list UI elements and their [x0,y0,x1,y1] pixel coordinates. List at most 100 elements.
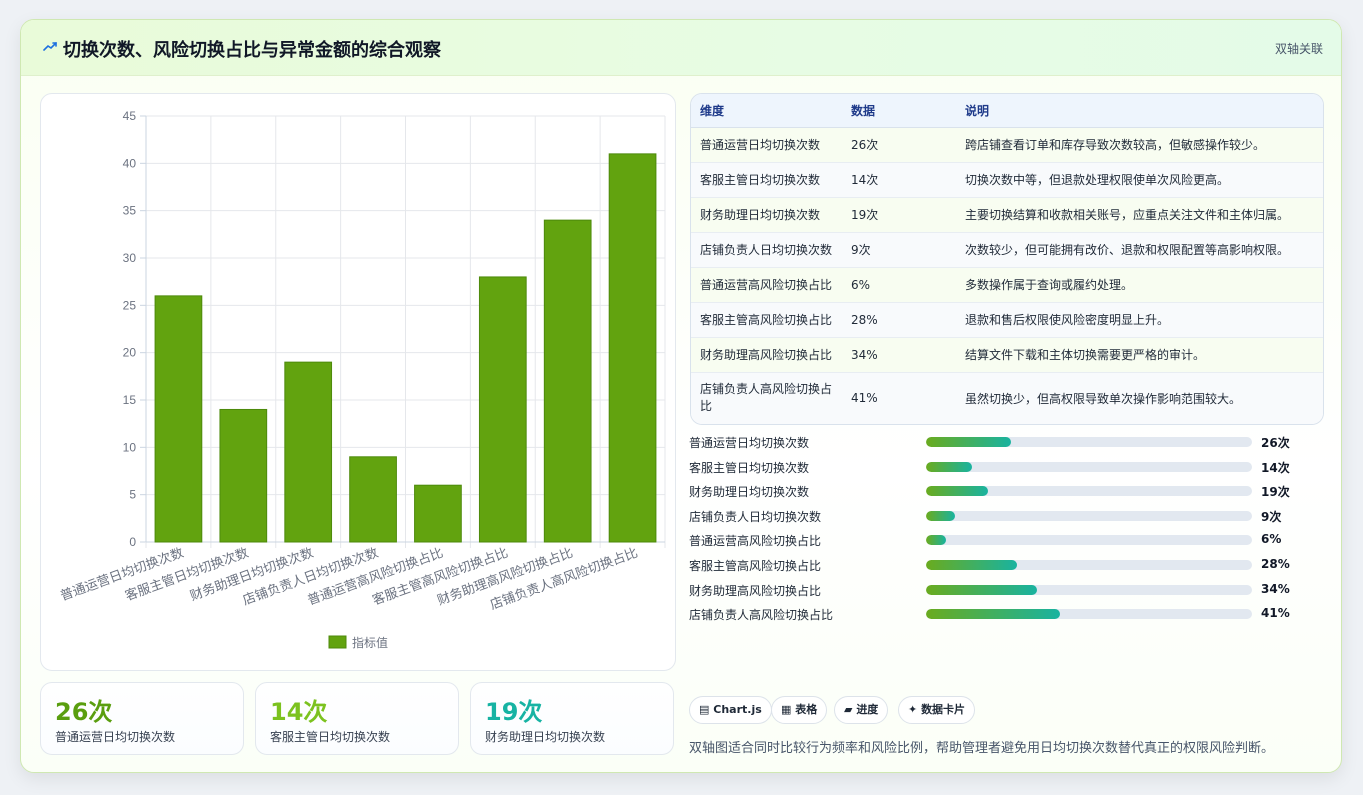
table-header-data: 数据 [842,94,956,128]
cell-dimension: 客服主管日均切换次数 [691,162,842,198]
progress-fill [926,486,988,497]
chip-label: 表格 [795,703,818,716]
progress-fill [926,584,1037,595]
table-header-row: 维度 数据 说明 [691,94,1323,128]
progress-row: 普通运营日均切换次数 26次 [689,434,1329,450]
cell-data: 6% [842,267,956,303]
sparkle-icon: ✦ [908,703,918,716]
chip-table: ▦ 表格 [771,696,828,724]
table-icon: ▦ [781,703,792,716]
progress-track [926,461,1252,472]
bar [284,361,333,543]
progress-row: 普通运营高风险切换占比 6% [689,532,1329,548]
kpi-label: 财务助理日均切换次数 [485,730,606,744]
kpi-card-cs: 14次 客服主管日均切换次数 [255,682,459,755]
bar-chart: 051015202530354045普通运营日均切换次数客服主管日均切换次数财务… [58,109,666,650]
bar [219,408,268,543]
cell-data: 19次 [842,197,956,233]
cell-data: 41% [851,391,878,406]
cell-dimension: 普通运营日均切换次数 [691,127,842,163]
cell-data: 26次 [842,127,956,163]
legend-swatch [328,635,347,649]
progress-fill [926,609,1060,620]
progress-fill [926,437,1011,447]
cell-description: 跨店铺查看订单和库存导致次数较高，但敏感操作较少。 [956,127,1323,163]
progress-label: 客服主管高风险切换占比 [689,559,822,573]
progress-value: 28% [1261,557,1290,571]
kpi-label: 客服主管日均切换次数 [270,730,391,744]
progress-row: 客服主管日均切换次数 14次 [689,459,1329,475]
progress-label: 财务助理日均切换次数 [689,485,810,500]
progress-track [926,535,1252,546]
y-tick-label: 20 [123,346,137,360]
dashboard-card: 切换次数、风险切换占比与异常金额的综合观察 双轴关联 0 5 10 15 20 25 30 3… [20,19,1342,773]
progress-value: 6% [1261,532,1282,547]
chip-progress: ▰ 进度 [834,696,889,724]
bar [478,276,527,543]
y-tick-label: 45 [123,109,137,123]
cell-description: 切换次数中等，但退款处理权限使单次风险更高。 [956,162,1323,198]
table-row: 店铺负责人高风险切换占比 41% 虽然切换少，但高权限导致单次操作影响范围较大。 [691,372,1323,424]
progress-label: 店铺负责人高风险切换占比 [689,608,834,623]
trend-icon [43,42,57,51]
table-row: 客服主管高风险切换占比 28% 退款和售后权限使风险密度明显上升。 [691,302,1323,338]
cell-data: 28% [842,302,956,338]
progress-value: 34% [1261,581,1290,596]
chip-data-card: ✦ 数据卡片 [898,696,976,724]
cell-dimension: 客服主管高风险切换占比 [691,302,842,338]
progress-row: 财务助理高风险切换占比 34% [689,582,1329,598]
cell-description: 虽然切换少，但高权限导致单次操作影响范围较大。 [965,391,1242,406]
progress-label: 普通运营高风险切换占比 [689,534,822,549]
table-header-description: 说明 [956,94,1323,128]
cell-dimension: 普通运营高风险切换占比 [691,267,842,303]
progress-fill [926,535,946,546]
progress-fill [926,560,1018,570]
y-tick-label: 35 [123,204,137,218]
card-header: 切换次数、风险切换占比与异常金额的综合观察 双轴关联 [21,20,1341,76]
bar [608,153,657,543]
progress-fill [926,461,972,472]
progress-icon: ▰ [844,703,853,716]
chip-label: 进度 [856,703,879,716]
bar-chart-panel: 0 5 10 15 20 25 30 35 40 45 普通运营日均切换次数 客服主管日均切换次数 财务… [40,93,676,671]
progress-value: 14次 [1261,460,1290,475]
progress-label: 客服主管日均切换次数 [689,460,810,475]
progress-row: 财务助理日均切换次数 19次 [689,483,1329,499]
y-tick-label: 15 [123,393,137,407]
table-row: 普通运营日均切换次数 26次 跨店铺查看订单和库存导致次数较高，但敏感操作较少。 [691,127,1323,163]
footnote: 双轴图适合同时比较行为频率和风险比例，帮助管理者避免用日均切换次数替代真正的权限… [689,741,1275,756]
cell-data: 14次 [842,162,956,198]
chart-icon: ▤ [699,703,710,716]
cell-description: 次数较少，但可能拥有改价、退款和权限配置等高影响权限。 [956,232,1323,268]
y-tick-label: 10 [123,440,137,454]
progress-label: 财务助理高风险切换占比 [689,583,822,598]
progress-track [926,584,1252,595]
progress-fill [926,510,956,521]
progress-row: 店铺负责人日均切换次数 9次 [689,508,1329,524]
chip-label: Chart.js [713,703,762,716]
progress-label: 店铺负责人日均切换次数 [689,509,822,524]
cell-description: 退款和售后权限使风险密度明显上升。 [956,302,1323,338]
y-tick-label: 5 [129,488,136,502]
y-tick-label: 40 [123,156,137,170]
y-tick-label: 30 [123,251,137,265]
page-title: 切换次数、风险切换占比与异常金额的综合观察 [63,40,441,61]
cell-dimension: 店铺负责人日均切换次数 [691,232,842,268]
table-row: 财务助理日均切换次数 19次 主要切换结算和收款相关账号，应重点关注文件和主体归属。 [691,197,1323,233]
cell-description: 主要切换结算和收款相关账号，应重点关注文件和主体归属。 [956,197,1323,233]
bar [414,484,462,543]
legend-label: 指标值 [352,635,388,650]
kpi-value: 26次 [55,698,113,726]
kpi-value: 19次 [485,698,543,726]
cell-dimension: 店铺负责人高风险切换占比 [700,382,833,414]
progress-value: 41% [1261,606,1290,621]
dual-axis-tag: 双轴关联 [1274,42,1323,56]
table-row: 店铺负责人日均切换次数 9次 次数较少，但可能拥有改价、退款和权限配置等高影响权限。 [691,232,1323,268]
chip-label: 数据卡片 [921,703,966,716]
cell-description: 多数操作属于查询或履约处理。 [956,267,1323,303]
cell-dimension: 财务助理高风险切换占比 [691,337,842,373]
kpi-card-finance: 19次 财务助理日均切换次数 [470,682,674,755]
table-header-dimension: 维度 [691,94,842,128]
data-table: 维度 数据 说明 普通运营日均切换次数 26次 跨店铺查看订单和库存导致次数较高，但… [691,94,1323,424]
progress-value: 19次 [1261,485,1290,500]
